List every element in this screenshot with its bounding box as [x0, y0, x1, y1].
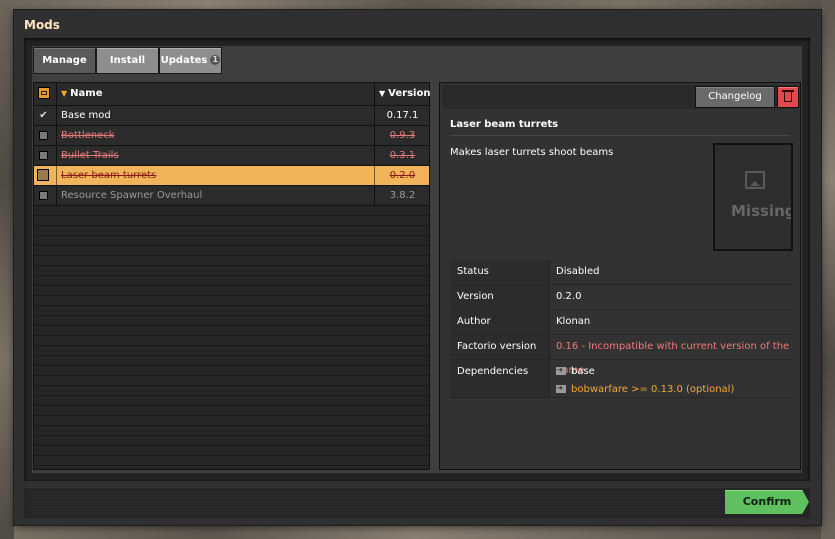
select-all-checkbox[interactable] — [38, 87, 50, 99]
tab-manage[interactable]: Manage — [34, 48, 95, 73]
tab-install[interactable]: Install — [97, 48, 158, 73]
mod-list-empty-area — [34, 206, 429, 469]
dependency-item[interactable]: base — [556, 362, 792, 380]
mod-row-selected[interactable]: Laser beam turrets 0.2.0 — [34, 166, 429, 186]
mod-name: Bullet Trails — [56, 146, 374, 165]
confirm-button[interactable]: Confirm — [725, 490, 809, 514]
mod-row[interactable]: ✔ Base mod 0.17.1 — [34, 106, 429, 126]
background-left — [0, 0, 14, 539]
info-row-version: Version 0.2.0 — [450, 285, 792, 310]
mod-list-header: ▼ Name ▼ Version — [34, 83, 431, 106]
dependencies-list: base bobwarfare >= 0.13.0 (optional) — [550, 360, 792, 397]
mod-version: 3.8.2 — [374, 186, 430, 205]
thumbnail-placeholder-text: Missing thumbnail — [731, 202, 793, 220]
mod-details-panel: Changelog Laser beam turrets Makes laser… — [440, 83, 800, 469]
info-key: Author — [450, 310, 550, 334]
version-column-label: Version — [388, 88, 431, 99]
sort-down-icon: ▼ — [379, 89, 386, 98]
divider — [450, 135, 790, 136]
info-row-factorio-version: Factorio version 0.16 - Incompatible wit… — [450, 335, 792, 376]
info-row-status: Status Disabled — [450, 260, 792, 285]
mod-row[interactable]: Resource Spawner Overhaul 3.8.2 — [34, 186, 429, 206]
mod-row[interactable]: Bottleneck 0.9.3 — [34, 126, 429, 146]
dependency-name: bobwarfare >= 0.13.0 (optional) — [571, 384, 735, 395]
mod-version: 0.2.0 — [374, 166, 430, 185]
mod-version: 0.9.3 — [374, 126, 430, 145]
info-key: Version — [450, 285, 550, 309]
mod-enable-checkbox[interactable] — [39, 191, 48, 200]
updates-count-badge: 1 — [210, 55, 221, 65]
bottom-bar — [24, 488, 810, 518]
info-key: Dependencies — [450, 360, 550, 397]
mod-enable-checkbox[interactable] — [39, 151, 48, 160]
info-key: Factorio version — [450, 335, 550, 359]
mod-title: Laser beam turrets — [450, 119, 559, 130]
name-column-label: Name — [70, 88, 103, 99]
mod-name: Resource Spawner Overhaul — [56, 186, 374, 205]
trash-icon-body — [784, 92, 792, 102]
mods-window: Mods Manage Install Updates 1 ▼ Name ▼ Vers… — [14, 10, 821, 525]
delete-button[interactable] — [778, 87, 798, 107]
tab-manage-label: Manage — [42, 55, 87, 66]
info-value: 0.2.0 — [556, 291, 582, 302]
info-row-dependencies: Dependencies base bobwarfare >= 0.13.0 (… — [450, 360, 792, 398]
info-value: Klonan — [556, 316, 591, 327]
sort-down-icon: ▼ — [61, 89, 68, 98]
mod-list-panel: ▼ Name ▼ Version ✔ Base mod 0.17.1 Bottlen… — [34, 83, 431, 469]
mod-thumbnail: Missing thumbnail — [713, 143, 793, 251]
mod-name: Laser beam turrets — [56, 166, 374, 185]
checkmark-icon[interactable]: ✔ — [39, 111, 48, 121]
mod-version: 0.17.1 — [374, 106, 430, 125]
changelog-button[interactable]: Changelog — [696, 87, 774, 107]
dependency-name: base — [571, 366, 595, 377]
bottom-bar-filler — [30, 492, 724, 514]
mod-list-rows: ✔ Base mod 0.17.1 Bottleneck 0.9.3 Bulle… — [34, 106, 429, 206]
background-bottom — [0, 526, 835, 539]
mod-info-table: Status Disabled Version 0.2.0 Author Klo… — [450, 260, 792, 398]
tab-updates-label: Updates — [160, 55, 208, 66]
name-column-header[interactable]: ▼ Name — [56, 83, 374, 105]
mod-name: Bottleneck — [56, 126, 374, 145]
dependency-item-optional[interactable]: bobwarfare >= 0.13.0 (optional) — [556, 380, 792, 398]
tab-install-label: Install — [109, 55, 146, 66]
image-icon — [745, 171, 765, 189]
version-column-header[interactable]: ▼ Version — [374, 83, 431, 105]
mod-version: 0.3.1 — [374, 146, 430, 165]
tab-updates[interactable]: Updates 1 — [160, 48, 221, 73]
mod-description: Makes laser turrets shoot beams — [450, 147, 614, 158]
window-title: Mods — [24, 18, 60, 32]
info-key: Status — [450, 260, 550, 284]
details-toolbar: Changelog — [442, 85, 798, 109]
mod-row[interactable]: Bullet Trails 0.3.1 — [34, 146, 429, 166]
info-value: Disabled — [556, 266, 600, 277]
arrow-icon — [556, 380, 566, 396]
info-value-incompatible: 0.16 - Incompatible with current version… — [556, 341, 790, 376]
background-right — [821, 0, 835, 539]
mod-enable-checkbox[interactable] — [39, 131, 48, 140]
info-row-author: Author Klonan — [450, 310, 792, 335]
arrow-icon — [556, 362, 566, 378]
mod-name: Base mod — [56, 106, 374, 125]
mod-enable-checkbox[interactable] — [37, 169, 49, 181]
